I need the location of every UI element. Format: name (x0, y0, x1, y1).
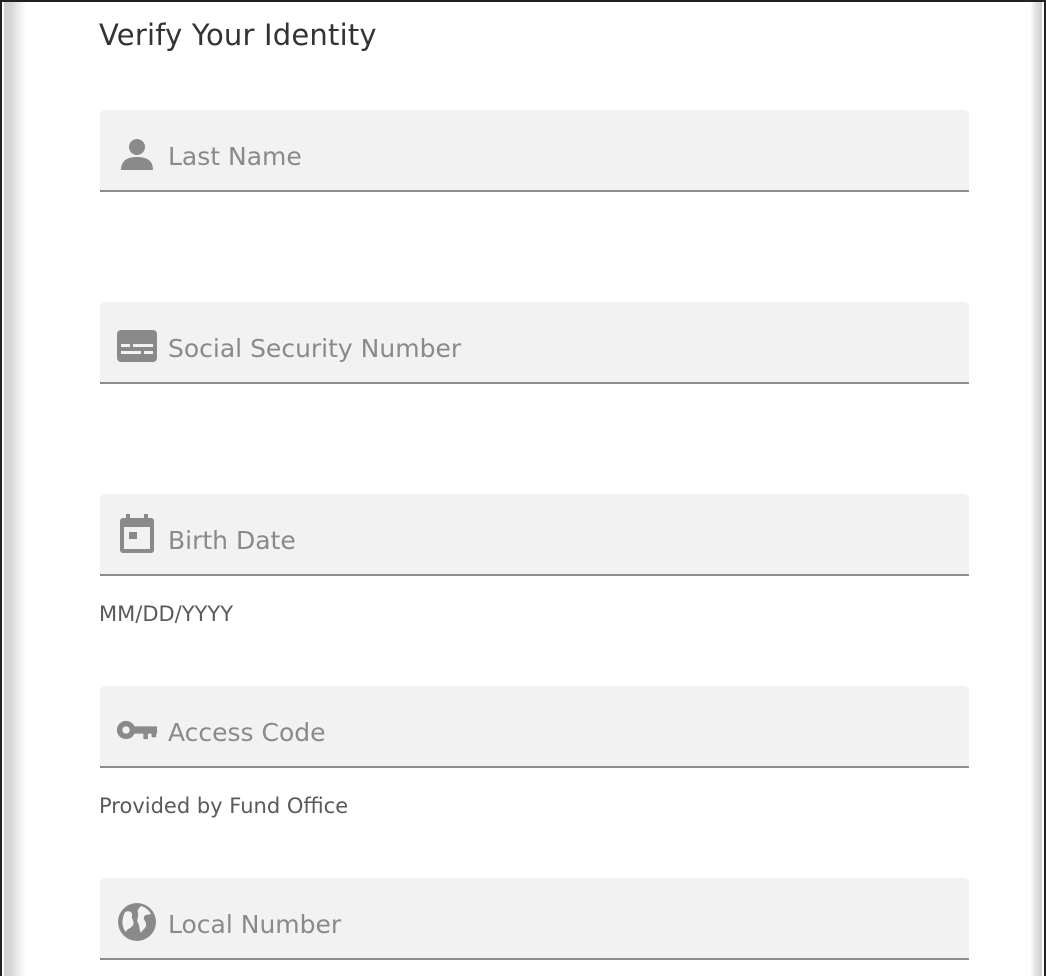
last-name-field-container[interactable] (100, 110, 969, 192)
local-number-input[interactable] (168, 906, 948, 942)
key-icon (116, 712, 158, 748)
globe-icon (116, 903, 158, 941)
access-code-input[interactable] (168, 714, 948, 750)
birth-date-field-container[interactable] (100, 494, 969, 576)
id-card-icon (116, 328, 158, 364)
access-code-field-container[interactable] (100, 686, 969, 768)
last-name-input[interactable] (168, 138, 948, 174)
ssn-input[interactable] (168, 330, 948, 366)
calendar-icon (116, 514, 158, 553)
left-shadow (4, 2, 26, 976)
birth-date-hint: MM/DD/YYYY (99, 602, 234, 626)
person-icon (116, 136, 158, 172)
page-title: Verify Your Identity (99, 18, 377, 52)
window-frame: Verify Your Identity Last Name Social Se… (0, 0, 1046, 976)
local-number-field-container[interactable] (100, 878, 969, 960)
ssn-field-container[interactable] (100, 302, 969, 384)
access-code-hint: Provided by Fund Office (99, 794, 349, 818)
birth-date-input[interactable] (168, 522, 948, 558)
right-shadow (1030, 2, 1042, 976)
